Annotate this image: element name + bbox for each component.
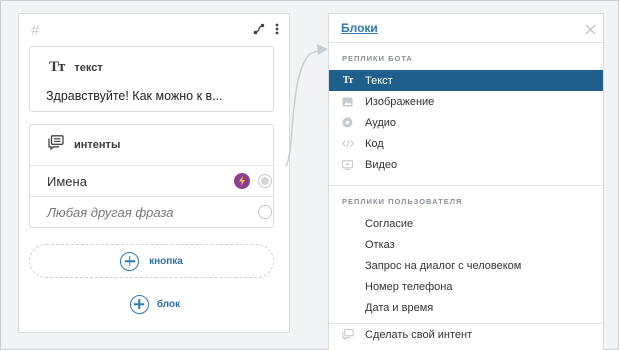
intents-card-title: интенты bbox=[74, 139, 121, 151]
lightning-icon[interactable] bbox=[234, 173, 250, 189]
menu-item-label: Дата и время bbox=[365, 301, 434, 314]
menu-item-text[interactable]: Тт Текст bbox=[329, 70, 603, 91]
text-type-icon: Тт bbox=[342, 75, 354, 86]
text-type-icon: Тт bbox=[49, 59, 65, 75]
menu-item-label: Аудио bbox=[365, 116, 397, 129]
video-icon bbox=[341, 159, 354, 170]
menu-item-label: Запрос на диалог с человеком bbox=[365, 259, 522, 272]
menu-item-label: Текст bbox=[365, 74, 393, 87]
menu-item-label: Изображение bbox=[365, 95, 435, 108]
text-reply-card[interactable]: Тт текст Здравствуйте! Как можно к в... bbox=[29, 46, 274, 112]
close-icon[interactable] bbox=[585, 22, 596, 40]
block-hash-label: # bbox=[31, 22, 40, 39]
panel-title[interactable]: Блоки bbox=[341, 21, 378, 35]
intent-label: Любая другая фраза bbox=[47, 205, 174, 220]
plus-circle-icon bbox=[120, 251, 140, 271]
image-icon bbox=[341, 97, 354, 107]
intent-row-names[interactable]: Имена bbox=[30, 165, 273, 196]
menu-item-image[interactable]: Изображение bbox=[329, 91, 603, 112]
menu-item-audio[interactable]: Аудио bbox=[329, 112, 603, 133]
text-card-body[interactable]: Здравствуйте! Как можно к в... bbox=[46, 89, 266, 103]
intent-label: Имена bbox=[47, 174, 87, 189]
add-block-label: блок bbox=[156, 298, 181, 310]
menu-item-human-request[interactable]: Запрос на диалог с человеком bbox=[329, 255, 603, 276]
menu-item-consent[interactable]: Согласие bbox=[329, 213, 603, 234]
plus-circle-icon bbox=[129, 294, 149, 314]
menu-item-label: Код bbox=[365, 137, 384, 150]
code-icon bbox=[341, 139, 354, 148]
more-menu-icon[interactable] bbox=[275, 23, 279, 35]
menu-item-label: Видео bbox=[365, 158, 398, 171]
intents-card[interactable]: интенты Имена Любая другая фраза bbox=[29, 124, 274, 228]
text-card-title: текст bbox=[74, 61, 103, 74]
menu-item-phone[interactable]: Номер телефона bbox=[329, 276, 603, 297]
menu-item-label: Номер телефона bbox=[365, 280, 453, 293]
menu-item-label: Отказ bbox=[365, 238, 395, 251]
bot-replies-section-label: Реплики бота bbox=[342, 54, 413, 63]
add-button-label: кнопка bbox=[149, 255, 183, 267]
intent-connector-radio[interactable] bbox=[258, 205, 272, 219]
add-block-button[interactable]: блок bbox=[19, 292, 291, 316]
connect-icon[interactable] bbox=[253, 23, 265, 35]
panel-header: Блоки bbox=[329, 14, 603, 43]
block-card[interactable]: # Тт текст Здравствуйте! Как можно к в..… bbox=[18, 13, 290, 333]
section-divider bbox=[329, 185, 603, 186]
menu-item-label: Сделать свой интент bbox=[365, 328, 473, 341]
intents-icon bbox=[48, 135, 64, 155]
blocks-dropdown-panel: Блоки Реплики бота Тт Текст Изображение … bbox=[328, 13, 604, 350]
menu-item-video[interactable]: Видео bbox=[329, 154, 603, 175]
intent-connector-radio[interactable] bbox=[258, 174, 272, 188]
add-button-button[interactable]: кнопка bbox=[29, 244, 274, 278]
intents-icon bbox=[341, 329, 354, 340]
intent-row-other[interactable]: Любая другая фраза bbox=[30, 196, 273, 227]
menu-item-label: Согласие bbox=[365, 217, 414, 230]
menu-item-datetime[interactable]: Дата и время bbox=[329, 297, 603, 318]
card-tools bbox=[253, 23, 279, 35]
menu-item-code[interactable]: Код bbox=[329, 133, 603, 154]
menu-item-refusal[interactable]: Отказ bbox=[329, 234, 603, 255]
connector-arrow bbox=[285, 44, 328, 167]
menu-item-custom-intent[interactable]: Сделать свой интент bbox=[329, 324, 603, 345]
user-replies-section-label: Реплики пользователя bbox=[342, 197, 463, 206]
audio-icon bbox=[341, 117, 354, 128]
